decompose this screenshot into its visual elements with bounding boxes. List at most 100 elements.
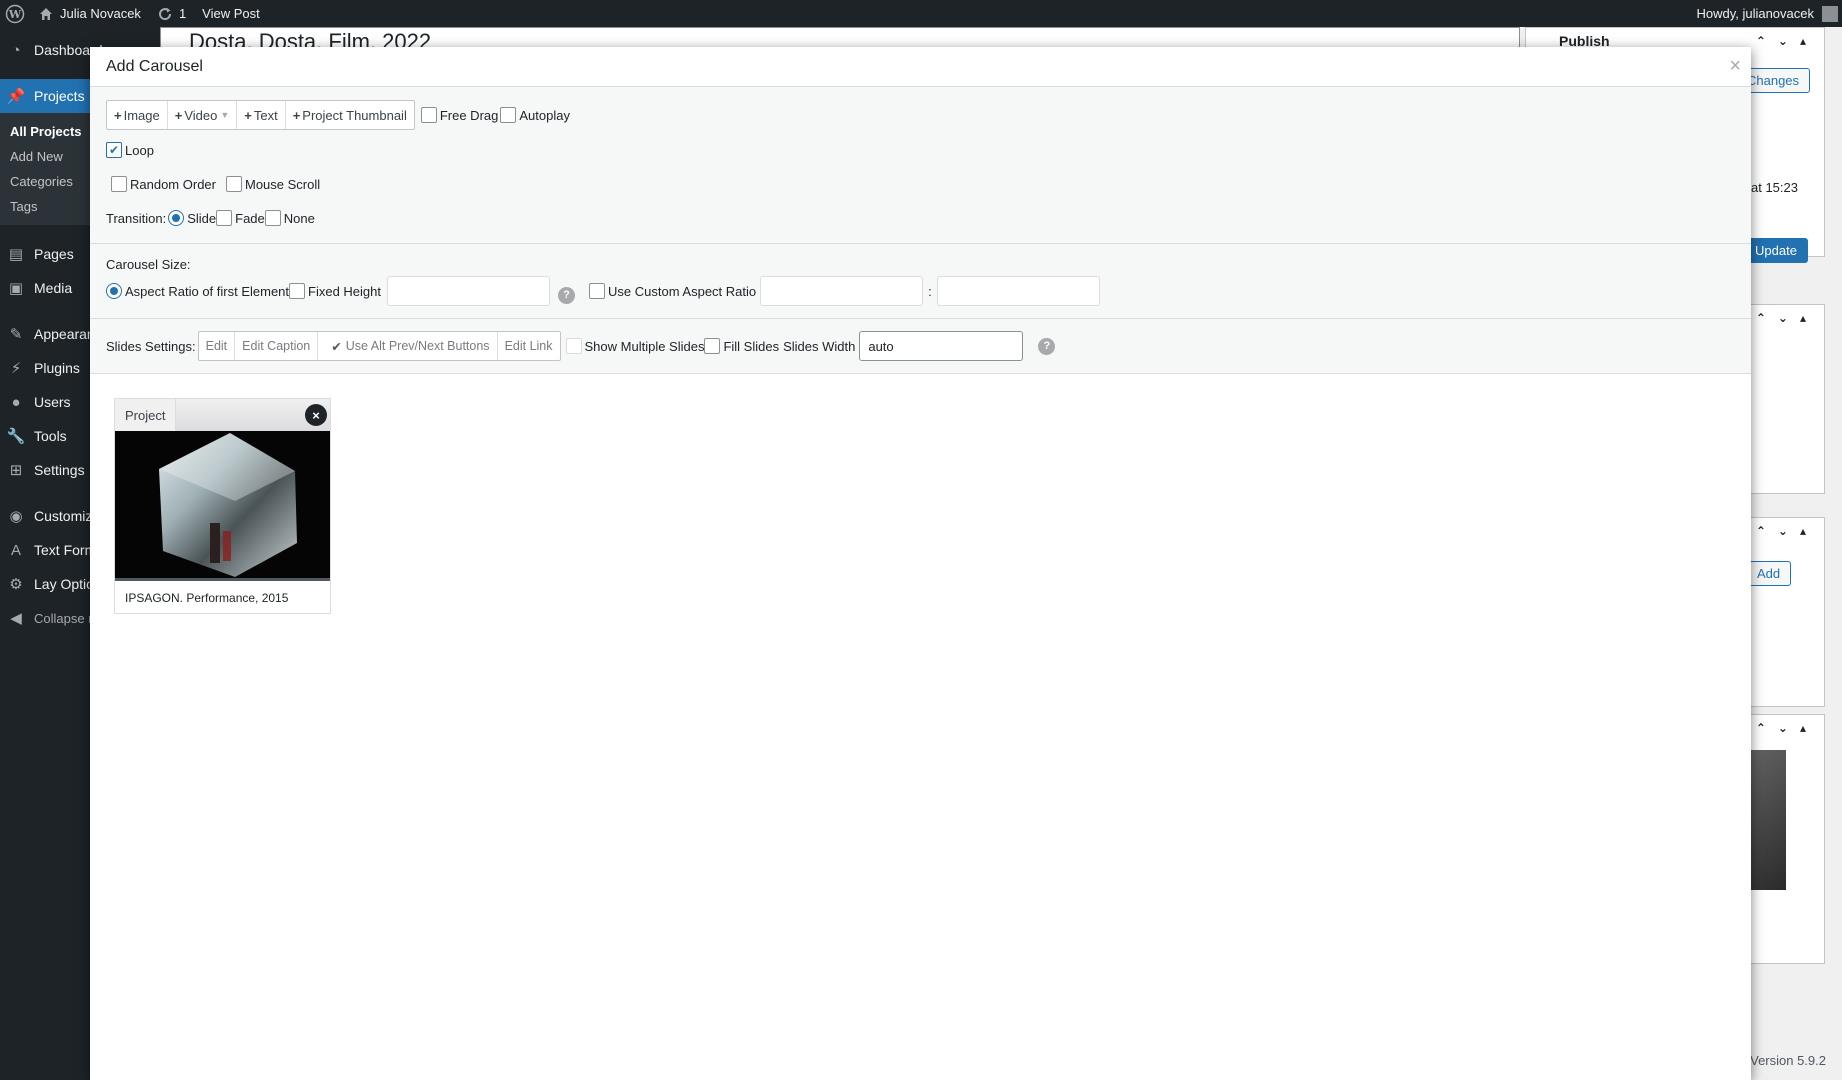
gear-icon: ⚙ bbox=[9, 576, 23, 593]
remove-slide-icon[interactable]: × bbox=[305, 404, 327, 426]
fixed-height-input[interactable] bbox=[387, 276, 550, 306]
slides-settings-section: Slides Settings: Edit Edit Caption ✔ Use … bbox=[90, 319, 1751, 374]
fill-slides-label: Fill Slides bbox=[723, 338, 780, 354]
menu-pages-label: Pages bbox=[34, 246, 74, 262]
show-multiple-option[interactable]: Show Multiple Slides bbox=[565, 338, 705, 354]
transition-slide-option[interactable]: Slide bbox=[168, 210, 216, 226]
slide-type-tag: Project bbox=[115, 399, 177, 431]
menu-users-label: Users bbox=[34, 394, 71, 410]
autoplay-checkbox[interactable] bbox=[500, 107, 517, 123]
plus-icon: + bbox=[244, 107, 252, 123]
slide-card[interactable]: Project × IPSAGON. Performance, 2015 bbox=[114, 398, 331, 614]
custom-aspect-checkbox[interactable] bbox=[589, 283, 605, 299]
published-date: at 15:23 bbox=[1751, 180, 1798, 195]
add-video-button[interactable]: + Video ▼ bbox=[168, 101, 238, 129]
eye-icon: ◉ bbox=[9, 508, 23, 525]
account-menu[interactable]: Howdy, julianovacek bbox=[1688, 0, 1842, 27]
collapse-icon: ◀ bbox=[10, 610, 22, 627]
add-image-button[interactable]: + Image bbox=[107, 101, 168, 129]
pin-icon: 📌 bbox=[6, 88, 26, 105]
loop-checkbox[interactable]: ✔ bbox=[106, 142, 122, 158]
autoplay-label: Autoplay bbox=[519, 107, 570, 123]
autoplay-option[interactable]: Autoplay bbox=[500, 107, 570, 123]
text-format-icon: A bbox=[10, 541, 21, 559]
wp-version: Version 5.9.2 bbox=[1750, 1053, 1826, 1068]
carousel-content-section: + Image + Video ▼ + Text + Project Thumbnail … bbox=[90, 87, 1751, 244]
slides-width-input[interactable]: auto bbox=[859, 331, 1024, 361]
mouse-scroll-checkbox[interactable] bbox=[225, 176, 242, 192]
box-arrows-icon[interactable]: ⌃⌄▴ bbox=[1756, 305, 1818, 331]
aspect-width-input[interactable] bbox=[760, 276, 924, 306]
show-multiple-checkbox[interactable] bbox=[565, 338, 582, 354]
box-arrows-icon[interactable]: ⌃⌄▴ bbox=[1756, 28, 1818, 54]
transition-slide-radio[interactable] bbox=[168, 210, 185, 226]
menu-tools-label: Tools bbox=[34, 428, 67, 444]
menu-media-label: Media bbox=[34, 280, 73, 296]
paintbrush-icon: ✎ bbox=[9, 326, 23, 343]
add-button[interactable]: Add bbox=[1746, 561, 1792, 586]
random-order-checkbox[interactable] bbox=[111, 176, 127, 192]
updates-count: 1 bbox=[178, 6, 187, 21]
custom-aspect-option[interactable]: Use Custom Aspect Ratio bbox=[589, 283, 756, 299]
add-text-button[interactable]: + Text bbox=[237, 101, 286, 129]
aspect-first-radio[interactable] bbox=[106, 283, 122, 299]
edit-link-button[interactable]: Edit Link bbox=[498, 332, 560, 360]
transition-none-label: None bbox=[283, 210, 315, 226]
fixed-height-label: Fixed Height bbox=[308, 283, 381, 299]
slide-card-header: Project × bbox=[115, 399, 330, 431]
show-multiple-label: Show Multiple Slides bbox=[584, 338, 705, 354]
transition-none-checkbox[interactable] bbox=[264, 210, 281, 226]
add-text-label: Text bbox=[253, 107, 278, 123]
aspect-height-input[interactable] bbox=[936, 276, 1100, 306]
slide-image bbox=[115, 431, 330, 581]
add-project-thumbnail-label: Project Thumbnail bbox=[302, 107, 407, 123]
random-order-option[interactable]: Random Order bbox=[111, 176, 216, 192]
box-arrows-icon[interactable]: ⌃⌄▴ bbox=[1756, 518, 1818, 544]
help-icon[interactable]: ? bbox=[558, 286, 575, 304]
edit-button[interactable]: Edit bbox=[199, 332, 236, 360]
alt-buttons-label: Use Alt Prev/Next Buttons bbox=[345, 339, 490, 353]
add-image-label: Image bbox=[123, 107, 160, 123]
carousel-size-label: Carousel Size: bbox=[106, 256, 191, 272]
site-name-link[interactable]: Julia Novacek bbox=[30, 0, 149, 27]
free-drag-checkbox[interactable] bbox=[420, 107, 437, 123]
loop-option[interactable]: ✔ Loop bbox=[106, 142, 154, 158]
mouse-scroll-option[interactable]: Mouse Scroll bbox=[225, 176, 320, 192]
transition-slide-label: Slide bbox=[187, 210, 217, 226]
close-icon[interactable]: × bbox=[1729, 55, 1741, 78]
modal-title: Add Carousel bbox=[106, 57, 203, 75]
add-project-thumbnail-button[interactable]: + Project Thumbnail bbox=[286, 101, 414, 129]
fixed-height-option[interactable]: Fixed Height bbox=[289, 283, 381, 299]
updates-link[interactable]: 1 bbox=[149, 0, 194, 27]
transition-fade-checkbox[interactable] bbox=[216, 210, 233, 226]
free-drag-label: Free Drag bbox=[439, 107, 499, 123]
box-arrows-icon[interactable]: ⌃⌄▴ bbox=[1756, 715, 1818, 741]
free-drag-option[interactable]: Free Drag bbox=[420, 107, 499, 123]
pages-icon: ▤ bbox=[8, 246, 24, 263]
modal-header: Add Carousel × bbox=[90, 47, 1751, 87]
transition-fade-option[interactable]: Fade bbox=[216, 210, 265, 226]
checkmark-icon: ✔ bbox=[331, 339, 342, 354]
random-order-label: Random Order bbox=[130, 176, 216, 192]
fill-slides-checkbox[interactable] bbox=[704, 338, 721, 354]
transition-none-option[interactable]: None bbox=[264, 210, 315, 226]
svg-text:W: W bbox=[8, 8, 22, 21]
slides-settings-label: Slides Settings: bbox=[106, 338, 196, 354]
alt-buttons-button[interactable]: ✔ Use Alt Prev/Next Buttons bbox=[318, 332, 498, 360]
view-post-link[interactable]: View Post bbox=[194, 0, 268, 27]
add-carousel-modal: Add Carousel × + Image + Video ▼ + Text + Pro… bbox=[90, 47, 1751, 1080]
help-icon[interactable]: ? bbox=[1038, 337, 1056, 355]
fixed-height-checkbox[interactable] bbox=[289, 283, 306, 299]
loop-label: Loop bbox=[125, 142, 154, 158]
transition-label: Transition: bbox=[106, 210, 167, 226]
aspect-first-option[interactable]: Aspect Ratio of first Element bbox=[106, 283, 289, 299]
home-icon bbox=[40, 7, 52, 20]
fill-slides-option[interactable]: Fill Slides bbox=[704, 338, 779, 354]
update-button[interactable]: Update bbox=[1744, 238, 1808, 263]
edit-caption-button[interactable]: Edit Caption bbox=[235, 332, 319, 360]
wrench-icon: 🔧 bbox=[6, 428, 26, 445]
ratio-separator: : bbox=[928, 283, 932, 299]
menu-settings-label: Settings bbox=[34, 462, 85, 478]
wordpress-logo-icon[interactable]: W bbox=[0, 0, 30, 27]
media-icon: ▣ bbox=[8, 280, 24, 297]
